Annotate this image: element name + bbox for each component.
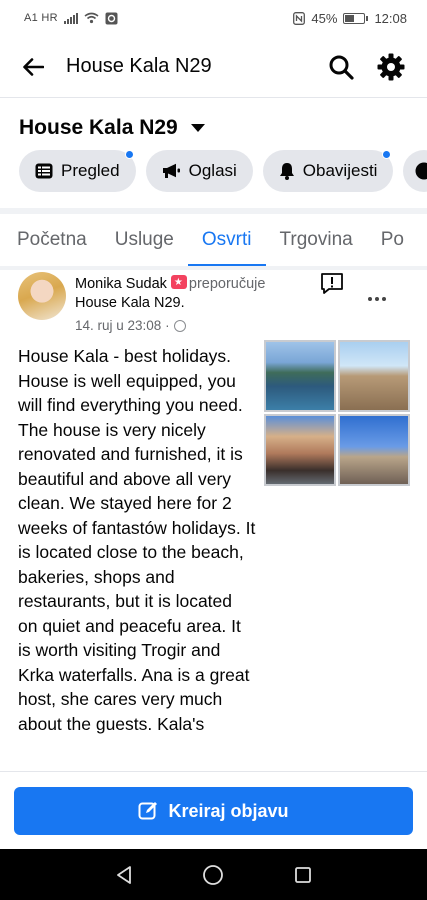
dot — [382, 297, 386, 301]
back-triangle-icon[interactable] — [114, 865, 134, 885]
signal-icon — [63, 12, 78, 24]
page-header: House Kala N29 Pregled Oglasi Obavijesti — [0, 98, 427, 208]
create-post-bar: Kreiraj objavu — [0, 771, 427, 849]
battery-icon — [343, 12, 369, 24]
search-icon — [329, 55, 354, 80]
post-text: House Kala - best holidays. House is wel… — [18, 346, 256, 734]
page-name: House Kala N29 — [19, 116, 178, 139]
tab-osvrti[interactable]: Osvrti — [187, 214, 266, 267]
wifi-icon — [84, 12, 99, 24]
gear-icon — [377, 53, 405, 80]
dashboard-icon — [35, 163, 53, 179]
search-button[interactable] — [321, 47, 361, 87]
create-post-button[interactable]: Kreiraj objavu — [14, 787, 413, 835]
globe-icon — [173, 319, 186, 332]
chip-label: Pregled — [61, 161, 120, 180]
author-name[interactable]: Monika Sudak — [75, 276, 167, 292]
status-bar: A1 HR 45% 12:08 — [0, 0, 427, 36]
photo-sea-view[interactable] — [264, 340, 336, 412]
chip-obavijesti[interactable]: Obavijesti — [262, 150, 394, 192]
system-nav-bar — [0, 849, 427, 900]
app-bar-title: House Kala N29 — [66, 55, 212, 77]
photo-terrace[interactable] — [264, 414, 336, 486]
notification-dot — [382, 150, 392, 159]
clock: 12:08 — [374, 10, 407, 26]
caret-down-icon — [190, 124, 205, 132]
arrow-left-icon — [23, 57, 44, 76]
bell-icon — [279, 163, 294, 180]
more-options-button[interactable] — [364, 286, 390, 312]
tab-usluge[interactable]: Usluge — [101, 214, 188, 266]
dot — [368, 297, 372, 301]
chip-oglasi[interactable]: Oglasi — [145, 150, 253, 192]
recommend-icon — [170, 273, 187, 292]
home-circle-icon[interactable] — [202, 864, 224, 886]
recents-square-icon[interactable] — [293, 865, 313, 885]
recommend-verb: preporučuje — [188, 276, 266, 292]
post-meta: 14. ruj u 23:08 · — [75, 316, 315, 335]
photo-street[interactable] — [338, 340, 410, 412]
nfc-icon — [293, 11, 306, 25]
data-saver-icon — [105, 12, 118, 24]
settings-button[interactable] — [371, 47, 411, 87]
post-timestamp[interactable]: 14. ruj u 23:08 · — [75, 316, 170, 335]
review-post: Monika Sudakpreporučuje House Kala N29. … — [0, 266, 427, 771]
notification-dot — [124, 150, 134, 159]
dot — [375, 297, 379, 301]
carrier-label: A1 HR — [24, 12, 58, 24]
chip-pregled[interactable]: Pregled — [19, 150, 136, 192]
chip-more[interactable] — [403, 150, 427, 192]
chip-label: Obavijesti — [302, 161, 378, 180]
info-icon — [415, 162, 427, 180]
photo-grid — [264, 340, 410, 486]
report-icon — [321, 273, 343, 294]
avatar[interactable] — [18, 272, 66, 320]
recommended-page[interactable]: House Kala N29. — [75, 295, 185, 311]
post-author-line: Monika Sudakpreporučuje House Kala N29. … — [75, 273, 315, 335]
page-tools: Pregled Oglasi Obavijesti — [19, 150, 427, 192]
create-post-label: Kreiraj objavu — [168, 800, 289, 821]
report-button[interactable] — [320, 272, 346, 298]
battery-percent: 45% — [311, 10, 338, 26]
chip-label: Oglasi — [188, 161, 237, 180]
edit-icon — [138, 802, 158, 820]
app-bar: House Kala N29 — [0, 36, 427, 98]
tab-more[interactable]: Po — [367, 214, 418, 266]
page-tabs: Početna Usluge Osvrti Trgovina Po — [0, 208, 427, 267]
tab-pocetna[interactable]: Početna — [0, 214, 101, 266]
tab-trgovina[interactable]: Trgovina — [266, 214, 367, 266]
photo-courtyard[interactable] — [338, 414, 410, 486]
page-switcher[interactable]: House Kala N29 — [19, 116, 206, 140]
megaphone-icon — [162, 163, 180, 178]
post-header: Monika Sudakpreporučuje House Kala N29. … — [18, 272, 413, 338]
back-button[interactable] — [16, 50, 50, 84]
